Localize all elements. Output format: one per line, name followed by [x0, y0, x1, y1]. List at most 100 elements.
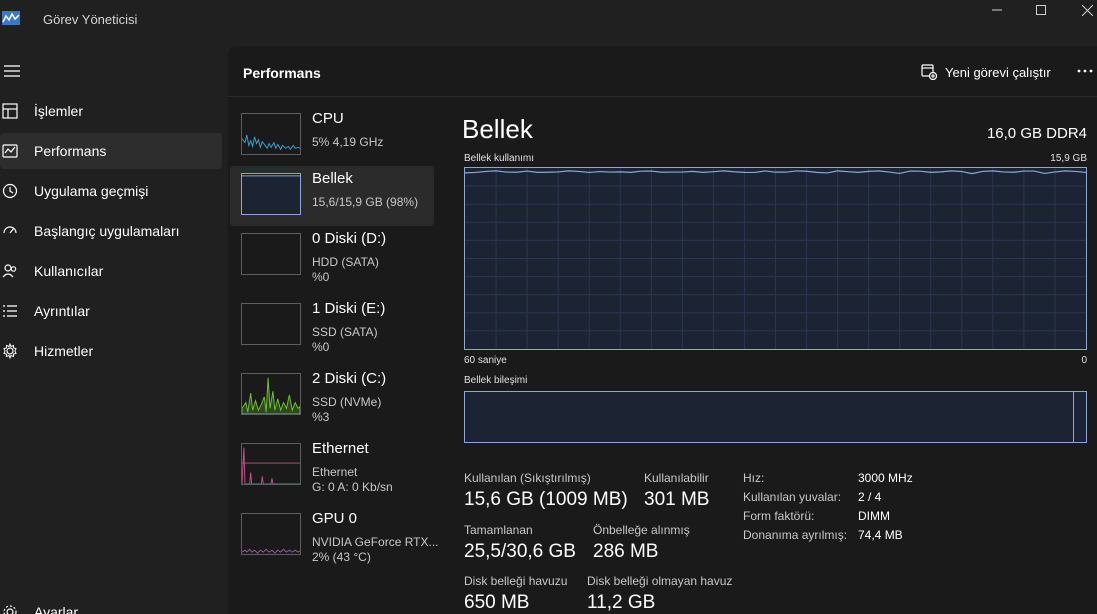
cached-value: 286 MB [593, 541, 659, 562]
device-detail: Ethernet [312, 465, 358, 479]
device-detail: %0 [312, 340, 330, 354]
form-factor-value: DIMM [858, 509, 890, 523]
sidebar-item-details[interactable]: Ayrıntılar [0, 293, 222, 329]
usage-graph-label: Bellek kullanımı [464, 153, 535, 164]
run-new-task-button[interactable]: Yeni görevi çalıştır [921, 60, 1051, 84]
memory-composition-bar [464, 391, 1087, 443]
disk-2-thumbnail-graph [241, 373, 301, 415]
usage-graph-max: 15,9 GB [1050, 153, 1087, 164]
close-icon [1081, 4, 1093, 16]
sidebar-item-label: Uygulama geçmişi [34, 183, 149, 199]
device-detail: 15,6/15,9 GB (98%) [312, 195, 419, 209]
sidebar-item-settings[interactable]: Ayarlar [0, 594, 222, 614]
minimize-button[interactable] [974, 0, 1020, 20]
paged-pool-label: Disk belleği havuzu [464, 574, 568, 588]
device-detail: SSD (SATA) [312, 325, 378, 339]
device-item-disk-2[interactable]: 2 Diski (C:) SSD (NVMe) %3 [230, 366, 434, 426]
hamburger-menu-icon[interactable] [3, 64, 21, 78]
hardware-reserved-value: 74,4 MB [858, 528, 903, 542]
speed-label: Hız: [743, 471, 765, 485]
nonpaged-pool-label: Disk belleği olmayan havuz [587, 574, 733, 588]
device-item-disk-1[interactable]: 1 Diski (E:) SSD (SATA) %0 [230, 296, 434, 356]
history-icon [2, 183, 18, 199]
sidebar-item-services[interactable]: Hizmetler [0, 333, 222, 369]
sidebar: İşlemler Performans Uygulama geçmişi Baş… [0, 46, 228, 614]
sidebar-item-startup-apps[interactable]: Başlangıç uygulamaları [0, 213, 222, 249]
device-detail: SSD (NVMe) [312, 395, 382, 409]
sidebar-item-label: Ayarlar [34, 604, 79, 614]
device-item-ethernet[interactable]: Ethernet Ethernet G: 0 A: 0 Kb/sn [230, 436, 434, 496]
more-options-icon[interactable] [1075, 62, 1095, 80]
ethernet-thumbnail-graph [241, 443, 301, 485]
memory-thumbnail-graph [241, 173, 301, 215]
sidebar-item-label: Başlangıç uygulamaları [34, 223, 180, 239]
hardware-reserved-label: Donanıma ayrılmış: [743, 528, 848, 542]
details-icon [3, 305, 17, 317]
device-item-cpu[interactable]: CPU 5% 4,19 GHz [230, 106, 434, 166]
disk-0-thumbnail-graph [241, 233, 301, 275]
slots-value: 2 / 4 [858, 490, 882, 504]
slots-label: Kullanılan yuvalar: [743, 490, 842, 504]
main-panel: Performans Yeni görevi çalıştır CPU 5% 4… [228, 46, 1097, 614]
device-name: Bellek [312, 170, 353, 187]
device-detail: NVIDIA GeForce RTX... [312, 535, 439, 549]
memory-spec: 16,0 GB DDR4 [986, 125, 1087, 142]
device-name: 0 Diski (D:) [312, 230, 387, 247]
sidebar-item-label: Kullanıcılar [34, 263, 104, 279]
memory-title: Bellek [462, 114, 533, 144]
sidebar-item-performance[interactable]: Performans [0, 133, 222, 169]
page-title: Performans [243, 65, 321, 81]
processes-icon [2, 103, 18, 119]
composition-label: Bellek bileşimi [464, 375, 528, 386]
startup-icon [3, 226, 17, 234]
services-icon [3, 343, 17, 359]
task-manager-logo-icon [2, 11, 20, 25]
device-name: 2 Diski (C:) [312, 370, 387, 387]
in-use-label: Kullanılan (Sıkıştırılmış) [464, 471, 591, 485]
speed-value: 3000 MHz [858, 471, 913, 485]
sidebar-item-label: Ayrıntılar [34, 303, 90, 319]
device-item-gpu[interactable]: GPU 0 NVIDIA GeForce RTX... 2% (43 °C) [230, 506, 438, 566]
device-detail: HDD (SATA) [312, 255, 379, 269]
title-bar: Görev Yöneticisi [0, 0, 1097, 46]
device-detail: %0 [312, 270, 330, 284]
form-factor-label: Form faktörü: [743, 509, 815, 523]
sidebar-item-label: İşlemler [34, 103, 84, 119]
maximize-button[interactable] [1018, 0, 1064, 20]
minimize-icon [992, 9, 1002, 11]
sidebar-item-label: Performans [34, 143, 107, 159]
device-item-disk-0[interactable]: 0 Diski (D:) HDD (SATA) %0 [230, 226, 434, 286]
gpu-thumbnail-graph [241, 513, 301, 555]
sidebar-item-users[interactable]: Kullanıcılar [0, 253, 222, 289]
new-task-icon [921, 64, 937, 80]
committed-value: 25,5/30,6 GB [464, 541, 576, 562]
performance-icon [2, 144, 18, 158]
run-new-task-label: Yeni görevi çalıştır [945, 64, 1051, 80]
available-value: 301 MB [644, 489, 710, 510]
users-icon [2, 264, 17, 278]
settings-gear-icon [3, 605, 17, 614]
device-name: GPU 0 [312, 510, 358, 527]
device-name: Ethernet [312, 440, 369, 457]
available-label: Kullanılabilir [644, 471, 709, 485]
sidebar-item-processes[interactable]: İşlemler [0, 93, 222, 129]
nonpaged-pool-value: 11,2 GB [587, 592, 656, 613]
app-title: Görev Yöneticisi [43, 12, 138, 27]
close-button[interactable] [1064, 0, 1097, 20]
cpu-thumbnail-graph [241, 113, 301, 155]
device-name: CPU [312, 110, 344, 127]
committed-label: Tamamlanan [464, 523, 533, 537]
page-header: Performans Yeni görevi çalıştır [228, 46, 1097, 97]
sidebar-item-label: Hizmetler [34, 343, 94, 359]
memory-usage-graph [464, 167, 1087, 350]
graph-time-label: 60 saniye [464, 355, 507, 366]
disk-1-thumbnail-graph [241, 303, 301, 345]
device-detail: G: 0 A: 0 Kb/sn [312, 480, 393, 494]
device-detail: %3 [312, 410, 330, 424]
graph-time-end: 0 [1081, 355, 1087, 366]
sidebar-item-app-history[interactable]: Uygulama geçmişi [0, 173, 222, 209]
device-detail: 2% (43 °C) [312, 550, 371, 564]
paged-pool-value: 650 MB [464, 592, 530, 613]
device-item-memory[interactable]: Bellek 15,6/15,9 GB (98%) [230, 166, 434, 226]
composition-in-use-segment [465, 392, 1074, 442]
